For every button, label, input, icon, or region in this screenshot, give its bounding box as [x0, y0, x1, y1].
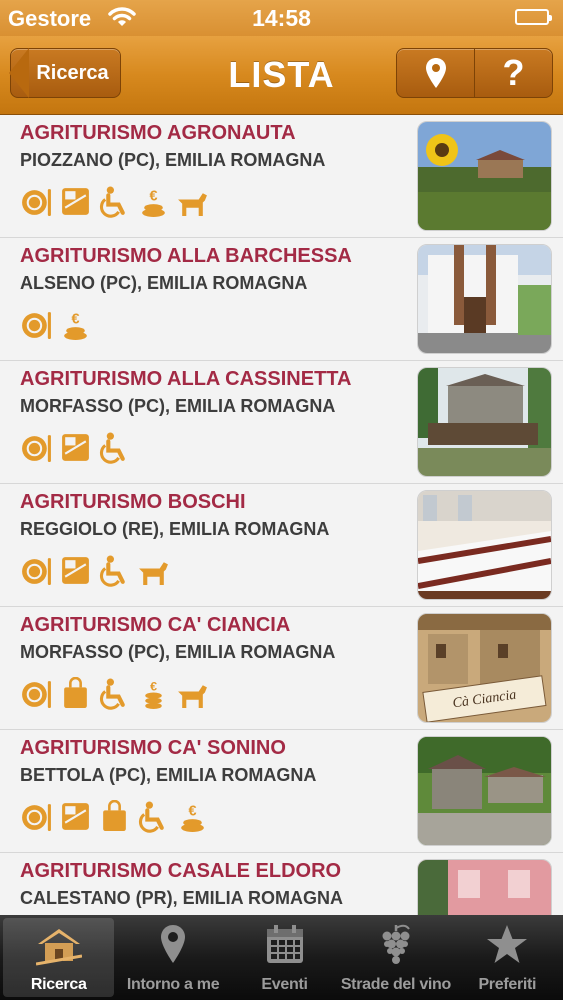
tab-intorno-a-me[interactable]: Intorno a me	[117, 915, 228, 1000]
restaurant-icon	[22, 804, 51, 831]
agriturismo-list[interactable]: AGRITURISMO AGRONAUTA PIOZZANO (PC), EMI…	[0, 115, 563, 915]
lodging-icon	[62, 557, 89, 584]
pets-icon	[139, 562, 168, 585]
lodging-icon	[62, 803, 89, 830]
list-item[interactable]: AGRITURISMO CA' SONINO BETTOLA (PC), EMI…	[0, 730, 563, 853]
pets-icon	[178, 193, 207, 216]
tab-label: Ricerca	[30, 976, 87, 993]
help-button[interactable]: ?	[474, 49, 552, 97]
wheelchair-icon	[100, 678, 125, 710]
price-icon: €	[181, 803, 204, 832]
list-item[interactable]: AGRITURISMO CASALE ELDORO CALESTANO (PR)…	[0, 853, 563, 915]
item-photo	[417, 244, 552, 354]
navigation-bar: Ricerca LISTA ?	[0, 36, 563, 115]
item-photo	[417, 121, 552, 231]
grapes-icon	[377, 923, 415, 970]
battery-icon	[515, 9, 552, 25]
tab-eventi[interactable]: Eventi	[229, 915, 340, 1000]
item-photo	[417, 859, 552, 915]
tab-preferiti[interactable]: Preferiti	[452, 915, 563, 1000]
wheelchair-icon	[139, 801, 164, 833]
map-button[interactable]	[397, 49, 474, 97]
tab-label: Eventi	[261, 976, 308, 993]
restaurant-icon	[22, 312, 51, 339]
item-name: AGRITURISMO ALLA BARCHESSA	[20, 245, 352, 267]
tab-label: Intorno a me	[126, 976, 220, 993]
item-name: AGRITURISMO BOSCHI	[20, 491, 246, 513]
lodging-icon	[62, 188, 89, 215]
calendar-icon	[265, 923, 305, 970]
star-icon	[485, 923, 529, 970]
lodging-icon	[62, 434, 89, 461]
services-icons: €	[20, 677, 209, 710]
item-name: AGRITURISMO CASALE ELDORO	[20, 860, 342, 882]
restaurant-icon	[22, 558, 51, 585]
item-location: MORFASSO (PC), EMILIA ROMAGNA	[20, 642, 336, 662]
location-pin-icon	[159, 923, 187, 970]
item-location: BETTOLA (PC), EMILIA ROMAGNA	[20, 765, 317, 785]
item-location: REGGIOLO (RE), EMILIA ROMAGNA	[20, 519, 330, 539]
help-icon: ?	[502, 52, 525, 93]
shop-bag-icon	[64, 677, 87, 708]
item-name: AGRITURISMO AGRONAUTA	[20, 122, 296, 144]
item-photo	[417, 736, 552, 846]
services-icons: €	[20, 308, 92, 341]
price-icon: €	[142, 188, 165, 217]
services-icons	[20, 554, 170, 587]
wheelchair-icon	[100, 555, 125, 587]
list-item[interactable]: AGRITURISMO AGRONAUTA PIOZZANO (PC), EMI…	[0, 115, 563, 238]
list-item[interactable]: AGRITURISMO ALLA CASSINETTA MORFASSO (PC…	[0, 361, 563, 484]
tab-ricerca[interactable]: Ricerca	[3, 918, 115, 997]
item-location: ALSENO (PC), EMILIA ROMAGNA	[20, 273, 308, 293]
wheelchair-icon	[100, 432, 125, 464]
item-photo	[417, 490, 552, 600]
status-bar: Gestore 14:58	[0, 0, 563, 36]
tab-bar: Ricerca Intorno a me Eventi Strade del v…	[0, 915, 563, 1000]
item-location: CALESTANO (PR), EMILIA ROMAGNA	[20, 888, 343, 908]
item-photo	[417, 367, 552, 477]
list-item[interactable]: AGRITURISMO ALLA BARCHESSA ALSENO (PC), …	[0, 238, 563, 361]
item-name: AGRITURISMO CA' CIANCIA	[20, 614, 291, 636]
pets-icon	[178, 685, 207, 708]
price-icon: €	[145, 679, 162, 709]
restaurant-icon	[22, 681, 51, 708]
tab-label: Preferiti	[478, 976, 537, 993]
services-icons	[20, 431, 131, 464]
tab-strade-del-vino[interactable]: Strade del vino	[340, 915, 451, 1000]
restaurant-icon	[22, 435, 51, 462]
price-icon: €	[64, 311, 87, 340]
services-icons: €	[20, 185, 209, 218]
list-item[interactable]: AGRITURISMO BOSCHI REGGIOLO (RE), EMILIA…	[0, 484, 563, 607]
services-icons: €	[20, 800, 209, 833]
svg-text:€: €	[71, 311, 79, 327]
svg-text:€: €	[149, 188, 157, 204]
restaurant-icon	[22, 189, 51, 216]
item-name: AGRITURISMO CA' SONINO	[20, 737, 286, 759]
farmhouse-icon	[35, 926, 82, 971]
location-pin-icon	[425, 58, 446, 88]
nav-actions: ?	[396, 48, 553, 98]
svg-text:€: €	[188, 803, 196, 819]
svg-text:€: €	[150, 679, 157, 693]
clock: 14:58	[252, 5, 311, 31]
wheelchair-icon	[100, 186, 125, 218]
item-location: PIOZZANO (PC), EMILIA ROMAGNA	[20, 150, 326, 170]
tab-label: Strade del vino	[340, 976, 452, 993]
list-item[interactable]: AGRITURISMO CA' CIANCIA MORFASSO (PC), E…	[0, 607, 563, 730]
shop-bag-icon	[103, 800, 126, 831]
item-location: MORFASSO (PC), EMILIA ROMAGNA	[20, 396, 336, 416]
item-name: AGRITURISMO ALLA CASSINETTA	[20, 368, 352, 390]
item-photo: Cà Ciancia	[417, 613, 552, 723]
